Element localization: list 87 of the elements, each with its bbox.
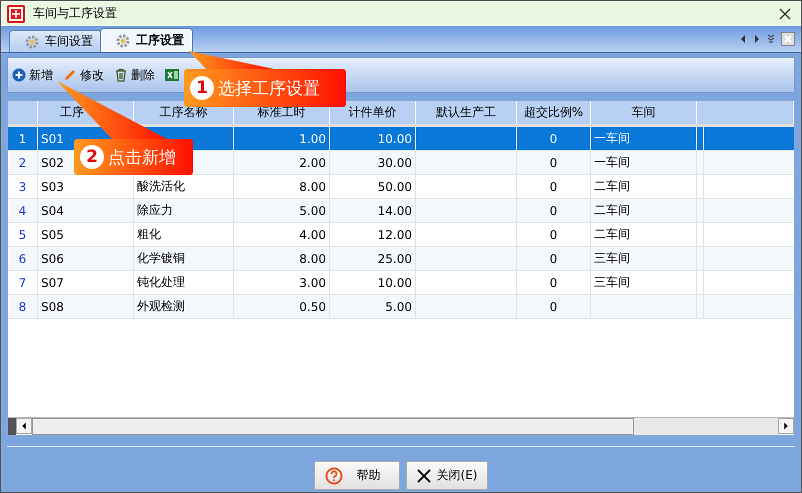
toolbar-button[interactable]: 新增 xyxy=(12,66,53,84)
row-number: 5 xyxy=(18,228,26,242)
table-cell: 粗化 xyxy=(137,226,161,243)
toolbar-button[interactable]: 修改 xyxy=(63,66,104,84)
footer-button[interactable]: 关闭(E) xyxy=(406,461,488,490)
toolbar-button[interactable]: 删除 xyxy=(114,66,155,84)
table-cell: S03 xyxy=(41,180,64,194)
row-number: 4 xyxy=(18,204,26,218)
table-cell: 14.00 xyxy=(378,204,412,218)
spreadsheet-icon xyxy=(165,68,179,82)
table-cell: 5.00 xyxy=(299,204,326,218)
table-cell: 30.00 xyxy=(378,156,412,170)
scroll-right-icon[interactable] xyxy=(778,418,794,434)
table-cell: 0 xyxy=(550,132,558,146)
app-icon xyxy=(7,4,25,22)
scrollbar-corner xyxy=(8,418,16,435)
row-number: 8 xyxy=(18,300,26,314)
table-row[interactable]: 4 S04 除应力 5.00 14.00 0 二车间 xyxy=(8,199,794,223)
toolbar-button[interactable] xyxy=(165,68,179,82)
table-cell: 4.00 xyxy=(299,228,326,242)
table-cell: 二车间 xyxy=(594,226,630,243)
table-row[interactable]: 5 S05 粗化 4.00 12.00 0 二车间 xyxy=(8,223,794,247)
table-cell: 5.00 xyxy=(385,300,412,314)
table-cell: 0 xyxy=(550,156,558,170)
horizontal-scrollbar[interactable] xyxy=(8,417,794,435)
row-number: 3 xyxy=(18,180,26,194)
table-cell: 8.00 xyxy=(299,252,326,266)
row-number: 6 xyxy=(18,252,26,266)
table-cell: 0.50 xyxy=(299,300,326,314)
table-cell: 10.00 xyxy=(378,132,412,146)
table-row[interactable]: 3 S03 酸洗活化 8.00 50.00 0 二车间 xyxy=(8,175,794,199)
trash-icon xyxy=(114,68,128,82)
tab[interactable]: 车间设置 xyxy=(9,30,102,52)
table-cell: S02 xyxy=(41,156,64,170)
gear-icon xyxy=(24,34,40,50)
table-cell: 酸洗活化 xyxy=(137,178,185,195)
overflow-icon[interactable] xyxy=(767,34,775,44)
table-cell: 1.00 xyxy=(299,132,326,146)
close-tab-icon[interactable] xyxy=(781,32,795,46)
table-cell: 二车间 xyxy=(594,178,630,195)
table-cell: 10.00 xyxy=(378,276,412,290)
help-icon xyxy=(324,466,343,484)
row-number: 7 xyxy=(18,276,26,290)
table-cell: 3.00 xyxy=(299,276,326,290)
callout-text: 选择工序设置 xyxy=(218,78,320,100)
table-cell: 三车间 xyxy=(594,274,630,291)
window-title: 车间与工序设置 xyxy=(33,5,118,22)
table-cell: S04 xyxy=(41,204,64,218)
row-number: 1 xyxy=(18,132,26,146)
table-cell: 除应力 xyxy=(137,202,173,219)
table-cell: 0 xyxy=(550,300,558,314)
table-cell: S08 xyxy=(41,300,64,314)
gear-icon xyxy=(115,32,131,48)
footer-button[interactable]: 帮助 xyxy=(314,461,400,490)
scroll-right-icon[interactable] xyxy=(753,34,761,44)
row-number: 2 xyxy=(18,156,26,170)
table-cell: S01 xyxy=(41,132,64,146)
plus-icon xyxy=(12,68,26,82)
table-cell: S06 xyxy=(41,252,64,266)
table-cell: 0 xyxy=(550,252,558,266)
table-row[interactable]: 6 S06 化学镀铜 8.00 25.00 0 三车间 xyxy=(8,247,794,271)
table-cell: 0 xyxy=(550,228,558,242)
table-cell: 25.00 xyxy=(378,252,412,266)
table-cell: 钝化处理 xyxy=(137,274,185,291)
close-icon xyxy=(416,468,431,482)
table-cell: 2.00 xyxy=(299,156,326,170)
table-cell: 0 xyxy=(550,204,558,218)
close-icon[interactable] xyxy=(779,8,791,20)
scroll-left-icon[interactable] xyxy=(16,418,32,434)
table-cell: 12.00 xyxy=(378,228,412,242)
table-cell: 0 xyxy=(550,180,558,194)
tab[interactable]: 工序设置 xyxy=(100,28,193,52)
table-cell: 0 xyxy=(550,276,558,290)
table-row[interactable]: 7 S07 钝化处理 3.00 10.00 0 三车间 xyxy=(8,271,794,295)
table-cell: 8.00 xyxy=(299,180,326,194)
table-cell: S05 xyxy=(41,228,64,242)
table-cell: 一车间 xyxy=(594,154,630,171)
table-cell: 三车间 xyxy=(594,250,630,267)
scrollbar-thumb[interactable] xyxy=(32,418,634,435)
table-cell: 二车间 xyxy=(594,202,630,219)
scroll-left-icon[interactable] xyxy=(739,34,747,44)
table-cell: 50.00 xyxy=(378,180,412,194)
table-cell: 外观检测 xyxy=(137,298,185,315)
table-cell: 一车间 xyxy=(594,130,630,147)
table-cell: S07 xyxy=(41,276,64,290)
table-cell: 化学镀铜 xyxy=(137,250,185,267)
table-row[interactable]: 8 S08 外观检测 0.50 5.00 0 xyxy=(8,295,794,319)
